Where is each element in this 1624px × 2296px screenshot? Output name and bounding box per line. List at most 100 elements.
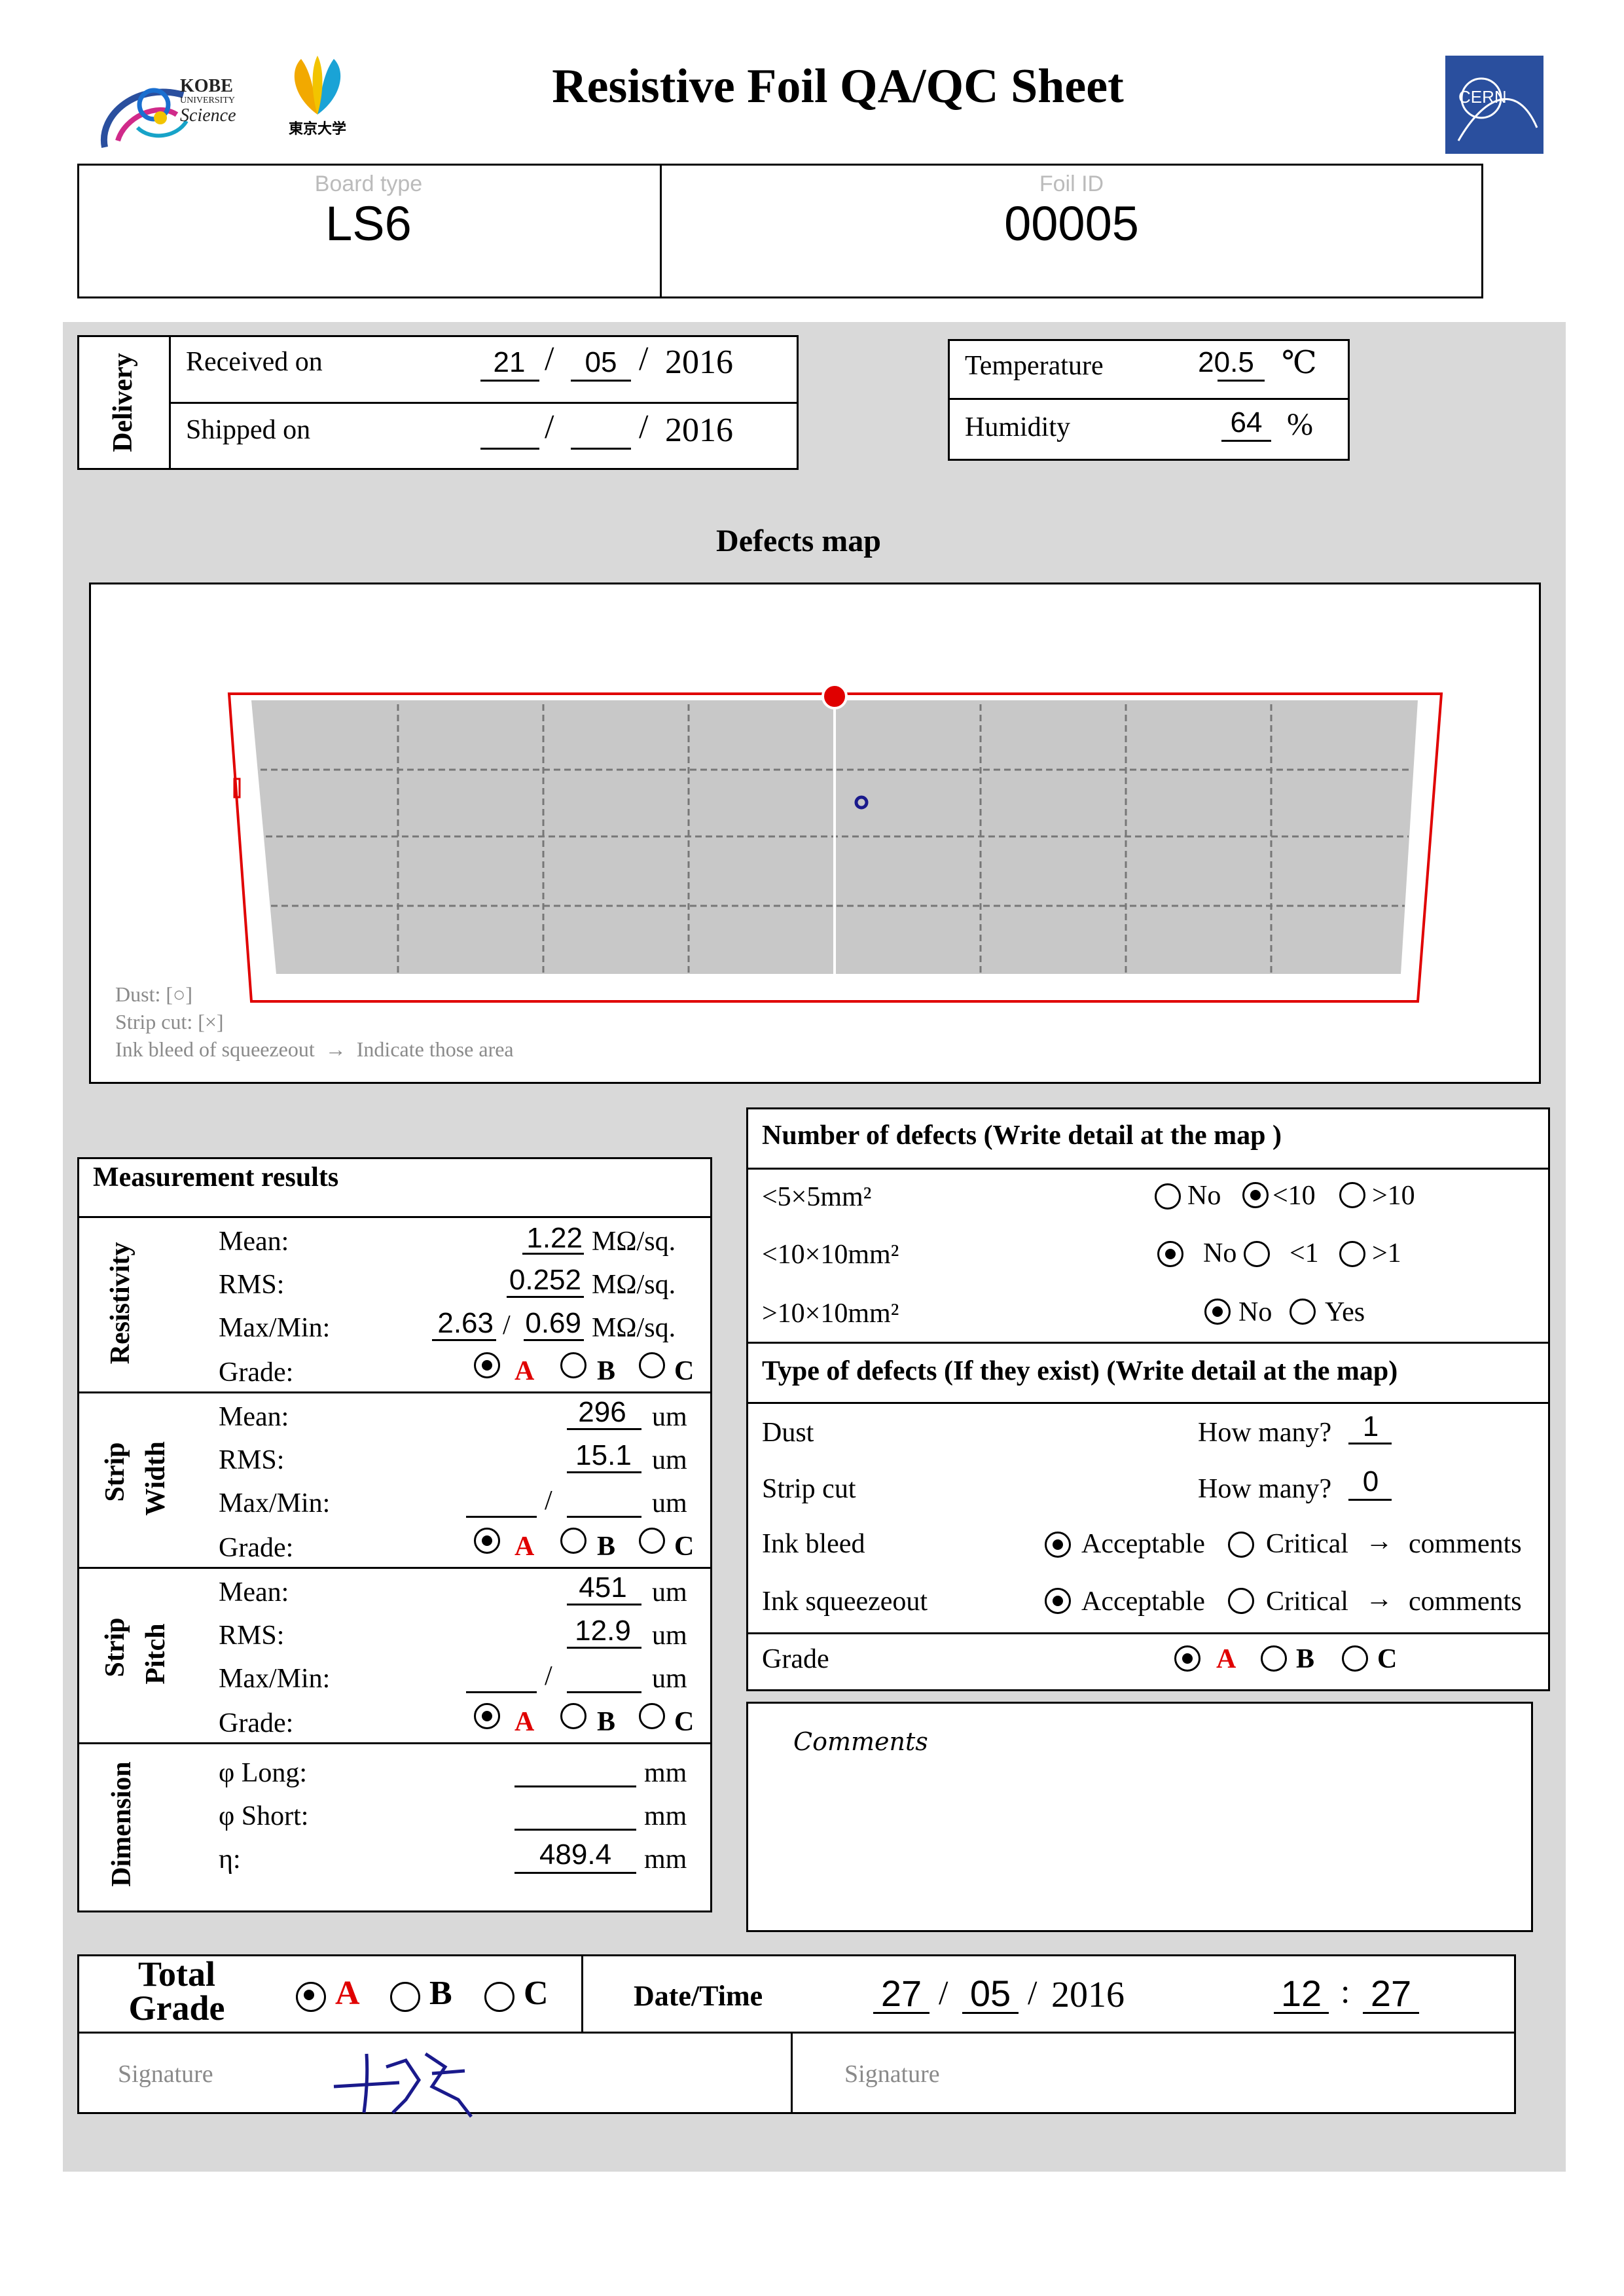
defects-row1-no-label: No <box>1187 1181 1221 1211</box>
legend-strip-cut: Strip cut: [×] <box>115 1010 224 1033</box>
ink-bleed-critical-radio[interactable] <box>1228 1532 1254 1558</box>
strip-cut-count-value[interactable]: 0 <box>1351 1466 1390 1498</box>
resistivity-line <box>77 1391 712 1393</box>
defects-row3-label: >10×10mm² <box>762 1299 899 1329</box>
strip-pitch-grade-label: Grade: <box>219 1708 294 1738</box>
resistivity-rms-value[interactable]: 0.252 <box>497 1265 581 1296</box>
temperature-unit: ℃ <box>1282 346 1317 380</box>
resistivity-mean-line <box>522 1253 584 1255</box>
dimension-eta-value[interactable]: 489.4 <box>514 1839 636 1871</box>
strip-pitch-grade-a-label: A <box>514 1707 535 1737</box>
legend-ink: Ink bleed of squeezeout → Indicate those… <box>115 1037 514 1061</box>
ink-squeeze-acceptable-radio[interactable] <box>1045 1588 1071 1614</box>
shipped-year[interactable]: 2016 <box>665 412 733 449</box>
dimension-short-line <box>514 1829 636 1831</box>
strip-width-mean-value[interactable]: 296 <box>563 1397 641 1428</box>
temperature-value[interactable]: 20.5 <box>1190 347 1262 378</box>
defects-row3-yes-radio[interactable] <box>1290 1299 1316 1325</box>
total-grade-b-radio[interactable] <box>390 1982 420 2012</box>
defects-number-title: Number of defects (Write detail at the m… <box>762 1121 1282 1151</box>
dust-count-value[interactable]: 1 <box>1351 1411 1390 1443</box>
strip-width-grade-label: Grade: <box>219 1533 294 1563</box>
ink-bleed-acceptable-radio[interactable] <box>1045 1532 1071 1558</box>
strip-width-grade-c-radio[interactable] <box>639 1528 665 1554</box>
resistivity-grade-c-label: C <box>674 1356 695 1386</box>
width-line <box>77 1567 712 1569</box>
resistivity-rms-line <box>507 1296 584 1298</box>
strip-width-grade-b-radio[interactable] <box>560 1528 586 1554</box>
ink-bleed-label: Ink bleed <box>762 1529 865 1559</box>
resistivity-min-line <box>524 1339 584 1341</box>
ink-squeeze-critical-radio[interactable] <box>1228 1588 1254 1614</box>
resistivity-maxmin-unit: MΩ/sq. <box>592 1313 676 1343</box>
strip-width-rms-value[interactable]: 15.1 <box>564 1440 643 1471</box>
total-hour[interactable]: 12 <box>1274 1974 1329 2013</box>
defects-grade-a-radio[interactable] <box>1174 1645 1200 1672</box>
strip-pitch-mean-value[interactable]: 451 <box>564 1572 641 1604</box>
resistivity-grade-c-radio[interactable] <box>639 1352 665 1378</box>
resistivity-max-value[interactable]: 2.63 <box>425 1308 494 1339</box>
resistivity-mean-value[interactable]: 1.22 <box>511 1223 583 1254</box>
strip-pitch-grade-a-radio[interactable] <box>474 1703 500 1729</box>
signature-drawing[interactable] <box>327 2041 484 2119</box>
defects-map-title: Defects map <box>716 524 881 558</box>
strip-pitch-mean-line <box>567 1604 641 1605</box>
defects-row1-lt10-radio[interactable] <box>1242 1182 1269 1208</box>
strip-width-grade-a-radio[interactable] <box>474 1528 500 1554</box>
ink-bleed-acceptable-label: Acceptable <box>1081 1529 1205 1559</box>
defects-grade-b-radio[interactable] <box>1261 1645 1287 1672</box>
total-day-line <box>873 2012 929 2014</box>
page-title: Resistive Foil QA/QC Sheet <box>552 60 1124 113</box>
total-slash-2: / <box>1028 1975 1038 2012</box>
pitch-line <box>77 1742 712 1744</box>
strip-width-rms-unit: um <box>652 1445 687 1475</box>
received-month-line <box>571 380 631 382</box>
total-minute[interactable]: 27 <box>1363 1974 1419 2013</box>
total-grade-c-radio[interactable] <box>484 1982 514 2012</box>
defects-map-drawing[interactable] <box>223 681 1453 1008</box>
humidity-value[interactable]: 64 <box>1221 407 1271 439</box>
board-type-value[interactable]: LS6 <box>77 196 660 251</box>
strip-pitch-rms-value[interactable]: 12.9 <box>564 1615 641 1647</box>
strip-pitch-grade-c-radio[interactable] <box>639 1703 665 1729</box>
fiducial-mark <box>821 683 848 709</box>
defects-grade-a-label: A <box>1216 1644 1236 1674</box>
defects-row2-no-radio[interactable] <box>1157 1241 1183 1267</box>
resistivity-grade-b-label: B <box>597 1356 616 1386</box>
defects-row2-lt1-radio[interactable] <box>1244 1241 1270 1267</box>
strip-pitch-section-label-2: Pitch <box>141 1623 171 1685</box>
received-day-line <box>480 380 539 382</box>
strip-width-grade-b-label: B <box>597 1532 616 1562</box>
shipped-slash-1: / <box>545 408 554 446</box>
total-grade-a-radio[interactable] <box>296 1982 326 2012</box>
defects-row2-lt1-label: <1 <box>1290 1238 1319 1268</box>
resistivity-min-value[interactable]: 0.69 <box>521 1308 581 1339</box>
resistivity-grade-a-radio[interactable] <box>474 1352 500 1378</box>
foil-id-value[interactable]: 00005 <box>660 196 1483 251</box>
dust-label: Dust <box>762 1418 814 1448</box>
defects-row2-gt1-radio[interactable] <box>1339 1241 1365 1267</box>
total-divider-bottom <box>791 2032 793 2114</box>
total-year[interactable]: 2016 <box>1051 1975 1125 2015</box>
humidity-line <box>1221 440 1271 442</box>
defects-row1-gt10-radio[interactable] <box>1339 1182 1365 1208</box>
defects-row1-no-radio[interactable] <box>1155 1183 1181 1210</box>
resistivity-grade-a-label: A <box>514 1356 535 1386</box>
strip-pitch-grade-b-radio[interactable] <box>560 1703 586 1729</box>
strip-cut-count-line <box>1348 1499 1392 1501</box>
resistivity-grade-b-radio[interactable] <box>560 1352 586 1378</box>
defects-grade-c-radio[interactable] <box>1342 1645 1368 1672</box>
defects-number-line <box>746 1168 1550 1170</box>
measurement-title: Measurement results <box>93 1162 339 1193</box>
ink-squeeze-label: Ink squeezeout <box>762 1587 928 1617</box>
delivery-row-line <box>169 402 799 404</box>
total-month[interactable]: 05 <box>962 1974 1019 2013</box>
defects-row3-no-radio[interactable] <box>1204 1299 1231 1325</box>
total-day[interactable]: 27 <box>873 1974 929 2013</box>
received-day[interactable]: 21 <box>483 347 535 378</box>
defects-row2-label: <10×10mm² <box>762 1240 899 1270</box>
strip-width-rms-label: RMS: <box>219 1445 285 1475</box>
received-month[interactable]: 05 <box>573 347 628 378</box>
received-year[interactable]: 2016 <box>665 344 733 381</box>
kobe-logo-line1: KOBE <box>180 76 233 96</box>
